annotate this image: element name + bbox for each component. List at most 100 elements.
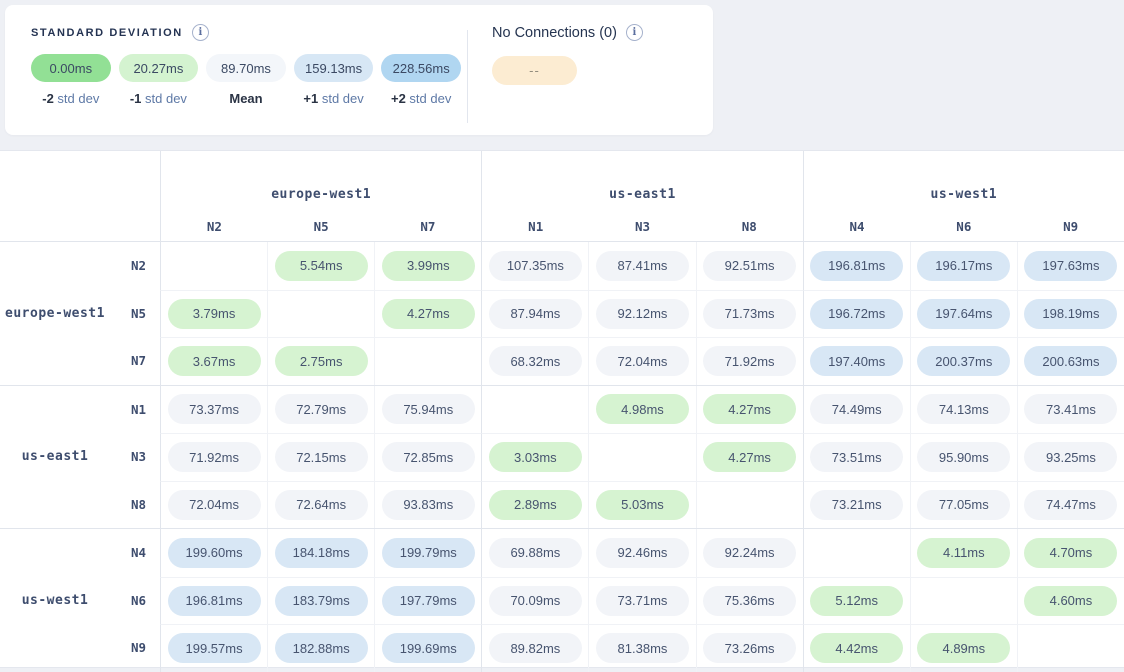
- latency-value-pill[interactable]: 72.15ms: [275, 442, 368, 472]
- latency-cell[interactable]: 74.13ms: [910, 386, 1017, 434]
- latency-value-pill[interactable]: 92.12ms: [596, 299, 689, 329]
- latency-cell[interactable]: 71.73ms: [696, 290, 803, 338]
- info-icon[interactable]: i: [192, 24, 209, 41]
- latency-cell[interactable]: 73.51ms: [803, 433, 910, 481]
- latency-value-pill[interactable]: 4.89ms: [917, 633, 1010, 663]
- latency-cell[interactable]: 73.41ms: [1017, 386, 1124, 434]
- latency-value-pill[interactable]: 3.79ms: [168, 299, 261, 329]
- latency-cell[interactable]: 4.27ms: [374, 290, 481, 338]
- latency-cell[interactable]: 196.17ms: [910, 242, 1017, 290]
- latency-value-pill[interactable]: 89.82ms: [489, 633, 582, 663]
- latency-cell[interactable]: 4.60ms: [1017, 577, 1124, 625]
- latency-cell[interactable]: 3.67ms: [160, 337, 267, 385]
- latency-value-pill[interactable]: 73.37ms: [168, 394, 261, 424]
- latency-value-pill[interactable]: 72.79ms: [275, 394, 368, 424]
- latency-cell[interactable]: 196.81ms: [803, 242, 910, 290]
- latency-cell[interactable]: 200.63ms: [1017, 337, 1124, 385]
- latency-value-pill[interactable]: 71.73ms: [703, 299, 796, 329]
- latency-cell[interactable]: 87.94ms: [481, 290, 588, 338]
- latency-value-pill[interactable]: 93.25ms: [1024, 442, 1117, 472]
- latency-value-pill[interactable]: 73.41ms: [1024, 394, 1117, 424]
- latency-cell[interactable]: 72.79ms: [267, 386, 374, 434]
- latency-cell[interactable]: 81.38ms: [588, 624, 695, 672]
- latency-cell[interactable]: 4.98ms: [588, 386, 695, 434]
- latency-cell[interactable]: 5.54ms: [267, 242, 374, 290]
- latency-value-pill[interactable]: 74.13ms: [917, 394, 1010, 424]
- latency-value-pill[interactable]: 197.40ms: [810, 346, 903, 376]
- latency-cell[interactable]: 77.05ms: [910, 481, 1017, 529]
- info-icon[interactable]: i: [626, 24, 643, 41]
- latency-cell[interactable]: 197.40ms: [803, 337, 910, 385]
- latency-cell[interactable]: 199.60ms: [160, 529, 267, 577]
- latency-cell[interactable]: 5.03ms: [588, 481, 695, 529]
- latency-value-pill[interactable]: 4.60ms: [1024, 586, 1117, 616]
- latency-value-pill[interactable]: 74.47ms: [1024, 490, 1117, 520]
- latency-value-pill[interactable]: 107.35ms: [489, 251, 582, 281]
- latency-cell[interactable]: 3.79ms: [160, 290, 267, 338]
- latency-cell[interactable]: 69.88ms: [481, 529, 588, 577]
- latency-value-pill[interactable]: 72.64ms: [275, 490, 368, 520]
- latency-value-pill[interactable]: 75.36ms: [703, 586, 796, 616]
- latency-cell[interactable]: 4.11ms: [910, 529, 1017, 577]
- latency-cell[interactable]: 199.57ms: [160, 624, 267, 672]
- latency-value-pill[interactable]: 4.27ms: [703, 394, 796, 424]
- latency-cell[interactable]: 3.99ms: [374, 242, 481, 290]
- latency-value-pill[interactable]: 72.04ms: [168, 490, 261, 520]
- latency-value-pill[interactable]: 4.98ms: [596, 394, 689, 424]
- latency-value-pill[interactable]: 200.37ms: [917, 346, 1010, 376]
- latency-cell[interactable]: 4.27ms: [696, 433, 803, 481]
- latency-value-pill[interactable]: 4.27ms: [703, 442, 796, 472]
- latency-value-pill[interactable]: 197.79ms: [382, 586, 475, 616]
- latency-value-pill[interactable]: 4.11ms: [917, 538, 1010, 568]
- latency-cell[interactable]: 73.71ms: [588, 577, 695, 625]
- latency-cell[interactable]: 74.49ms: [803, 386, 910, 434]
- latency-value-pill[interactable]: 196.81ms: [168, 586, 261, 616]
- latency-value-pill[interactable]: 68.32ms: [489, 346, 582, 376]
- latency-cell[interactable]: 93.25ms: [1017, 433, 1124, 481]
- latency-cell[interactable]: 198.19ms: [1017, 290, 1124, 338]
- latency-cell[interactable]: 92.24ms: [696, 529, 803, 577]
- latency-cell[interactable]: 93.83ms: [374, 481, 481, 529]
- latency-value-pill[interactable]: 92.46ms: [596, 538, 689, 568]
- latency-cell[interactable]: 200.37ms: [910, 337, 1017, 385]
- latency-cell[interactable]: 196.81ms: [160, 577, 267, 625]
- latency-cell[interactable]: 72.04ms: [588, 337, 695, 385]
- latency-cell[interactable]: 196.72ms: [803, 290, 910, 338]
- latency-value-pill[interactable]: 183.79ms: [275, 586, 368, 616]
- latency-value-pill[interactable]: 3.99ms: [382, 251, 475, 281]
- latency-value-pill[interactable]: 75.94ms: [382, 394, 475, 424]
- latency-cell[interactable]: 3.03ms: [481, 433, 588, 481]
- latency-cell[interactable]: 95.90ms: [910, 433, 1017, 481]
- latency-cell[interactable]: 4.70ms: [1017, 529, 1124, 577]
- latency-value-pill[interactable]: 4.27ms: [382, 299, 475, 329]
- latency-cell[interactable]: 197.63ms: [1017, 242, 1124, 290]
- latency-value-pill[interactable]: 71.92ms: [703, 346, 796, 376]
- latency-value-pill[interactable]: 197.64ms: [917, 299, 1010, 329]
- latency-value-pill[interactable]: 72.04ms: [596, 346, 689, 376]
- latency-cell[interactable]: 72.85ms: [374, 433, 481, 481]
- latency-value-pill[interactable]: 2.75ms: [275, 346, 368, 376]
- latency-cell[interactable]: 73.21ms: [803, 481, 910, 529]
- latency-cell[interactable]: 75.94ms: [374, 386, 481, 434]
- latency-value-pill[interactable]: 196.72ms: [810, 299, 903, 329]
- latency-cell[interactable]: 92.12ms: [588, 290, 695, 338]
- latency-value-pill[interactable]: 5.03ms: [596, 490, 689, 520]
- latency-cell[interactable]: 107.35ms: [481, 242, 588, 290]
- latency-cell[interactable]: 87.41ms: [588, 242, 695, 290]
- latency-cell[interactable]: 75.36ms: [696, 577, 803, 625]
- latency-cell[interactable]: 89.82ms: [481, 624, 588, 672]
- latency-cell[interactable]: 4.89ms: [910, 624, 1017, 672]
- latency-value-pill[interactable]: 3.03ms: [489, 442, 582, 472]
- latency-value-pill[interactable]: 197.63ms: [1024, 251, 1117, 281]
- latency-cell[interactable]: 197.64ms: [910, 290, 1017, 338]
- latency-value-pill[interactable]: 198.19ms: [1024, 299, 1117, 329]
- latency-cell[interactable]: 4.42ms: [803, 624, 910, 672]
- latency-cell[interactable]: 92.46ms: [588, 529, 695, 577]
- latency-value-pill[interactable]: 200.63ms: [1024, 346, 1117, 376]
- latency-value-pill[interactable]: 81.38ms: [596, 633, 689, 663]
- latency-value-pill[interactable]: 73.26ms: [703, 633, 796, 663]
- latency-value-pill[interactable]: 74.49ms: [810, 394, 903, 424]
- latency-cell[interactable]: 199.69ms: [374, 624, 481, 672]
- latency-value-pill[interactable]: 4.42ms: [810, 633, 903, 663]
- latency-cell[interactable]: 92.51ms: [696, 242, 803, 290]
